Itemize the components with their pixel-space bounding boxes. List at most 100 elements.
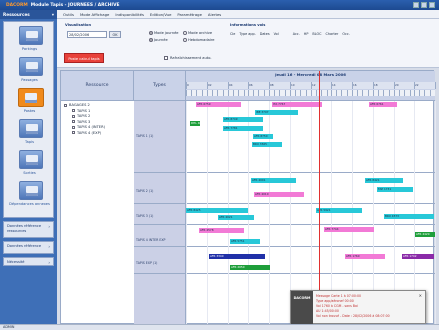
flight-bar[interactable]: ITA 7767 xyxy=(272,102,322,107)
flight-bar[interactable]: AFR 6761 xyxy=(369,102,397,107)
flight-bar[interactable]: AFR 5751 xyxy=(230,239,260,244)
minute-tick xyxy=(248,90,249,96)
row-separator xyxy=(134,203,435,204)
menu-item-alertes[interactable]: Alertes xyxy=(208,12,221,17)
menu-item-parametrage[interactable]: Paramétrage xyxy=(177,12,202,17)
close-button[interactable] xyxy=(429,2,435,8)
auto-refresh-checkbox[interactable]: Rafraîchissement auto. xyxy=(164,56,211,60)
menu-item-indisponibilites[interactable]: Indisponibilités xyxy=(115,12,144,17)
info-col[interactable]: Charter xyxy=(326,32,339,36)
row-label: TAPIS 4 INTER EXP xyxy=(136,238,166,242)
poste-calcul-button[interactable]: Poste calcul tapis xyxy=(64,53,104,63)
popup-text: Message Carte 1 à 07:00:00 Type app/aéro… xyxy=(316,294,390,319)
minute-tick xyxy=(223,90,224,96)
minimize-button[interactable] xyxy=(413,2,419,8)
sidebar-tile-tapis[interactable] xyxy=(19,119,43,138)
hour-label: 04 xyxy=(229,83,233,87)
radio-label: Journée xyxy=(154,38,168,42)
flight-bar[interactable]: AFR 4001 xyxy=(251,178,296,183)
info-col[interactable]: Cie xyxy=(230,32,235,36)
flight-bar[interactable]: DHL 4021 xyxy=(190,121,200,126)
flight-bar[interactable]: AFR 8749 xyxy=(223,117,263,122)
flight-bar[interactable]: AFR 4578 xyxy=(199,228,244,233)
flight-bar[interactable]: AFR 5921 xyxy=(316,208,362,213)
info-title: Informations vols xyxy=(230,23,266,27)
sidebar-tile-sorties[interactable] xyxy=(19,150,43,169)
sidebar-panel: Parkings Passages Postes Tapis Sorties D… xyxy=(3,21,54,218)
tree-item[interactable]: TAPIS 4 (EXP) xyxy=(64,131,105,137)
tree-item-label: TAPIS 2 xyxy=(77,114,91,118)
flight-bar[interactable]: AFR 7781 xyxy=(223,126,263,131)
sidebar: Ressources ▾ Parkings Passages Postes Ta… xyxy=(0,10,57,324)
sidebar-section-label: Données référence ressources xyxy=(7,224,42,233)
checkbox-icon xyxy=(64,103,67,107)
tree-item-label: TAPIS 1 xyxy=(77,108,91,113)
maximize-button[interactable] xyxy=(421,2,427,8)
current-time-line xyxy=(319,71,320,325)
sidebar-section-ref-ressources[interactable]: › Données référence ressources xyxy=(3,221,54,238)
sidebar-tile-passages[interactable] xyxy=(19,57,43,76)
menu-item-outils[interactable]: Outils xyxy=(63,12,74,17)
flight-bar[interactable]: AFR 3340 xyxy=(209,254,265,259)
minute-tick xyxy=(233,90,234,96)
close-icon[interactable]: ✕ xyxy=(419,293,422,298)
flight-bar[interactable]: AFR 1742 xyxy=(402,254,434,259)
radio-mode-journee[interactable]: Mode journée xyxy=(149,31,179,35)
minute-tick xyxy=(362,90,363,96)
flight-bar[interactable]: AFR 4010 xyxy=(254,192,304,197)
sidebar-section-ref[interactable]: › Données référence xyxy=(3,241,54,254)
radio-label: Mode archive xyxy=(188,31,213,35)
passage-icon xyxy=(26,62,38,72)
sidebar-label-tapis: Tapis xyxy=(25,140,34,144)
flight-bar[interactable]: AFR 8425 xyxy=(186,208,248,213)
flight-bar[interactable]: BRU 4573 xyxy=(384,214,434,219)
flight-bar[interactable]: AFR 2050 xyxy=(230,265,270,270)
radio-journee[interactable]: Journée xyxy=(149,38,168,42)
info-col[interactable]: Vol xyxy=(274,32,279,36)
info-col[interactable]: Dates xyxy=(260,32,270,36)
tree-item-label: BAGAGES 2 xyxy=(69,103,90,107)
checkbox-label: Rafraîchissement auto. xyxy=(170,56,212,60)
flight-bar[interactable]: AFR 6759 xyxy=(196,102,241,107)
minute-tick xyxy=(410,90,411,96)
sidebar-tile-parkings[interactable] xyxy=(19,26,43,45)
row-label: TAPIS 2 (1) xyxy=(136,189,154,193)
flight-bar[interactable]: IBE 3707 xyxy=(255,110,298,115)
info-columns: Cie Type app. Dates Vol Acc. HP BLOC Cha… xyxy=(230,32,350,36)
flight-bar[interactable]: AFR 1760 xyxy=(345,254,385,259)
sidebar-tile-postes[interactable] xyxy=(18,88,44,107)
ok-button[interactable]: OK xyxy=(109,31,121,38)
flight-bar[interactable]: AFR 4420 xyxy=(415,232,435,237)
minute-tick xyxy=(269,90,270,96)
type-header: Types xyxy=(134,71,186,101)
info-col[interactable]: HP xyxy=(304,32,309,36)
info-col[interactable]: Acc. xyxy=(293,32,300,36)
row-separator xyxy=(134,172,435,173)
hour-label: 22 xyxy=(415,83,419,87)
row-label: TAPIS 1 (1) xyxy=(136,134,154,138)
minute-tick xyxy=(336,90,337,96)
menu-item-mode-affichage[interactable]: Mode Affichage xyxy=(80,12,109,17)
info-col[interactable]: BLOC xyxy=(312,32,321,36)
minute-tick xyxy=(295,90,296,96)
minute-tick xyxy=(300,90,301,96)
sidebar-tile-annexes[interactable] xyxy=(19,181,43,200)
flight-bar[interactable]: TAP 1731 xyxy=(377,187,413,192)
date-input[interactable]: 28/02/2006 xyxy=(67,31,107,38)
minute-tick xyxy=(321,90,322,96)
flight-bar[interactable]: AFR 7744 xyxy=(324,227,374,232)
info-col[interactable]: Type app. xyxy=(239,32,255,36)
sidebar-header[interactable]: Ressources ▾ xyxy=(0,10,57,19)
info-col[interactable]: Occ. xyxy=(342,32,349,36)
radio-hebdomadaire[interactable]: Hebdomadaire xyxy=(183,38,214,42)
menu-item-edition-vue[interactable]: Edition/Vue xyxy=(150,12,172,17)
flight-bar[interactable]: AFR 8750 xyxy=(253,134,273,139)
flight-bar[interactable]: BRU 3565 xyxy=(252,142,282,147)
sidebar-section-necessite[interactable]: › Nécessité xyxy=(3,257,54,266)
status-text: ADMIN xyxy=(3,325,15,329)
radio-mode-archive[interactable]: Mode archive xyxy=(183,31,212,35)
chevron-right-icon: › xyxy=(48,224,50,229)
flight-bar[interactable]: AFR 8421 xyxy=(365,178,403,183)
flight-bar[interactable]: AFR 4021 xyxy=(218,215,254,220)
notification-popup[interactable]: DACORM Message Carte 1 à 07:00:00 Type a… xyxy=(290,290,426,325)
